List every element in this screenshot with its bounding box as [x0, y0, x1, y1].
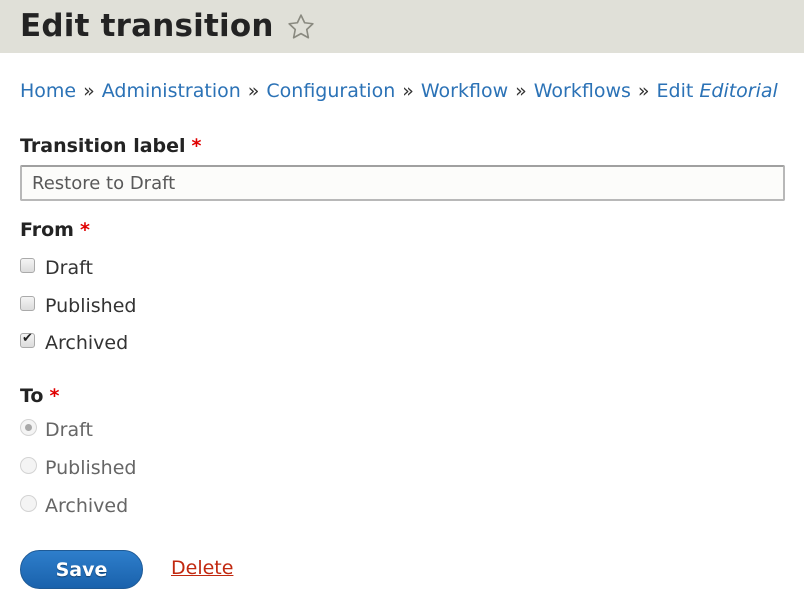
breadcrumb-edit-editorial[interactable]: Edit Editorial — [657, 80, 778, 102]
from-option-draft[interactable]: Draft — [20, 257, 93, 279]
from-label-text: From — [20, 219, 74, 241]
breadcrumb-separator: » — [515, 80, 527, 102]
breadcrumb: Home » Administration » Configuration » Workfl… — [20, 80, 778, 102]
breadcrumb-separator: » — [637, 80, 650, 102]
from-draft-checkbox[interactable] — [20, 257, 35, 273]
required-marker: * — [80, 219, 90, 241]
breadcrumb-separator: » — [402, 80, 414, 102]
transition-label-input[interactable] — [20, 165, 785, 201]
from-archived-label[interactable]: Archived — [45, 332, 128, 354]
star-icon[interactable] — [286, 12, 316, 42]
to-label: To * — [20, 385, 59, 407]
to-archived-radio — [20, 494, 37, 512]
delete-link[interactable]: Delete — [171, 557, 233, 579]
to-option-published: Published — [20, 456, 137, 479]
required-marker: * — [49, 385, 60, 407]
from-option-published[interactable]: Published — [20, 295, 136, 317]
to-draft-radio — [20, 418, 37, 436]
page-header: Edit transition — [0, 0, 804, 53]
from-published-checkbox[interactable] — [20, 295, 35, 311]
breadcrumb-configuration[interactable]: Configuration — [266, 80, 395, 102]
from-option-archived[interactable]: Archived — [20, 331, 128, 354]
from-archived-checkbox[interactable] — [20, 331, 35, 348]
breadcrumb-edit-prefix: Edit — [656, 80, 700, 102]
breadcrumb-separator: » — [83, 80, 95, 102]
to-option-draft: Draft — [20, 418, 93, 441]
to-archived-label: Archived — [45, 495, 129, 517]
transition-label-text: Transition label — [20, 135, 186, 157]
from-published-label[interactable]: Published — [45, 295, 136, 317]
save-button[interactable]: Save — [20, 550, 143, 589]
breadcrumb-separator: » — [247, 80, 260, 102]
required-marker: * — [191, 135, 202, 157]
to-draft-label: Draft — [45, 419, 93, 441]
breadcrumb-workflow[interactable]: Workflow — [421, 80, 508, 102]
to-published-label: Published — [45, 457, 137, 479]
to-published-radio — [20, 456, 37, 474]
breadcrumb-workflow-name: Editorial — [699, 80, 778, 102]
breadcrumb-administration[interactable]: Administration — [102, 80, 241, 102]
to-option-archived: Archived — [20, 494, 129, 517]
page-title: Edit transition — [20, 8, 274, 44]
transition-label-label: Transition label * — [20, 135, 201, 157]
breadcrumb-home[interactable]: Home — [20, 80, 76, 102]
from-draft-label[interactable]: Draft — [45, 257, 93, 279]
breadcrumb-workflows[interactable]: Workflows — [534, 80, 631, 102]
from-label: From * — [20, 219, 90, 241]
to-label-text: To — [20, 385, 44, 407]
